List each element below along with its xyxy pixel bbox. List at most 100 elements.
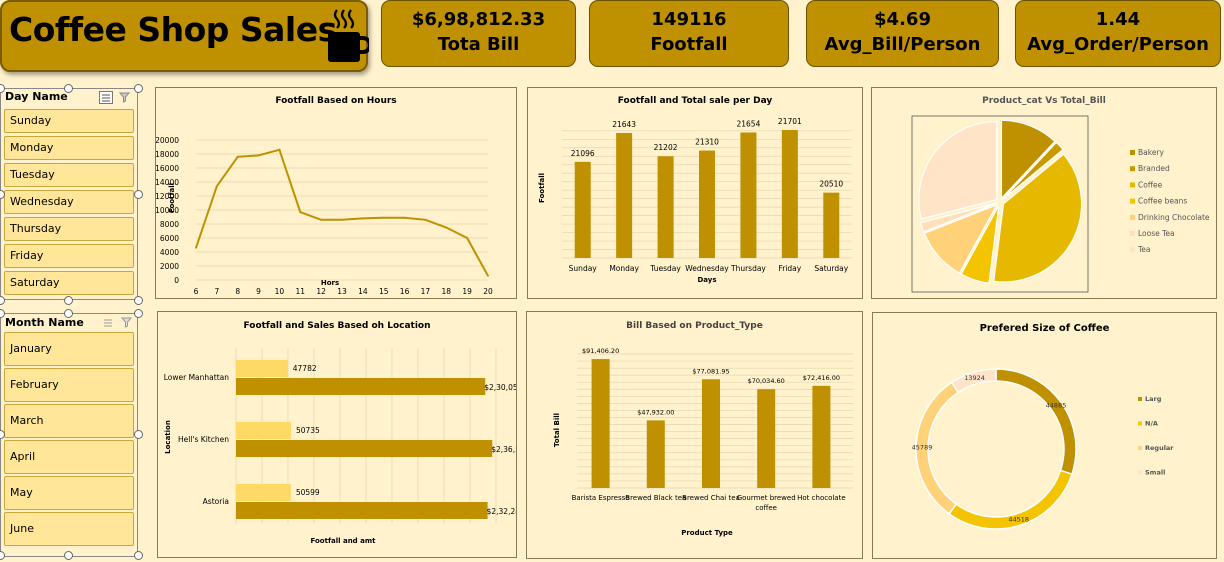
slicer-item-may[interactable]: May [4, 476, 134, 510]
x-tick-label: 7 [214, 287, 219, 296]
resize-handle[interactable] [134, 296, 143, 305]
month-slicer-header: Month Name [5, 316, 84, 329]
footfall-line [195, 148, 489, 277]
slicer-item-friday[interactable]: Friday [4, 244, 134, 268]
x-tick-label: 20 [483, 287, 493, 296]
x-tick-label: 8 [235, 287, 240, 296]
sales-bar [236, 502, 488, 519]
legend-label: Coffee [1138, 180, 1163, 189]
resize-handle[interactable] [134, 190, 143, 199]
x-tick-label: 10 [275, 287, 285, 296]
day-name-slicer: Day Name Sunday Monday Tuesday Wednesday… [0, 88, 138, 300]
resize-handle[interactable] [134, 84, 143, 93]
dashboard-title: Coffee Shop Sales [9, 10, 337, 49]
resize-handle[interactable] [64, 551, 73, 560]
footfall-day-chart[interactable]: Footfall and Total sale per Day 21096 Sun… [527, 87, 863, 299]
resize-handle[interactable] [0, 296, 5, 305]
kpi-total-bill-value: $6,98,812.33 [411, 9, 546, 30]
data-label: $72,416.00 [803, 374, 840, 382]
footfall-bar [236, 360, 288, 377]
resize-handle[interactable] [134, 430, 143, 439]
x-axis-label: Days [697, 276, 716, 284]
data-label: $91,406.20 [582, 347, 619, 355]
resize-handle[interactable] [64, 296, 73, 305]
data-point [320, 218, 323, 221]
y-tick-label: 18000 [156, 150, 179, 159]
data-label: 50599 [296, 488, 320, 497]
slicer-item-april[interactable]: April [4, 440, 134, 474]
data-point [278, 148, 281, 151]
kpi-total-bill: $6,98,812.33 Tota Bill [381, 0, 576, 67]
bar [823, 192, 840, 258]
product-bar-chart-svg: $91,406.20 Barista Espresso $47,932.00 Brew… [553, 347, 853, 537]
x-tick-label: 11 [296, 287, 306, 296]
x-axis-label: Hors [321, 279, 339, 287]
pie-slice [918, 120, 998, 220]
resize-handle[interactable] [134, 309, 143, 318]
month-name-slicer: Month Name January February March April … [0, 313, 138, 557]
legend-swatch [1138, 470, 1142, 475]
slicer-item-february[interactable]: February [4, 368, 134, 402]
y-tick-label: Hell's Kitchen [178, 435, 229, 444]
data-point [424, 218, 427, 221]
multi-select-icon[interactable] [99, 91, 113, 104]
slicer-item-monday[interactable]: Monday [4, 136, 134, 160]
bar [657, 156, 674, 258]
legend-swatch [1130, 231, 1135, 236]
legend-label: Small [1145, 469, 1165, 477]
x-tick-label: Brewed Black tea [625, 494, 686, 502]
data-label: 21202 [654, 143, 678, 152]
resize-handle[interactable] [64, 84, 73, 93]
data-point [466, 237, 469, 239]
kpi-footfall-value: 149116 [651, 9, 727, 30]
data-label: $47,932.00 [637, 408, 674, 416]
bar [591, 359, 610, 488]
resize-handle[interactable] [134, 551, 143, 560]
clear-filter-icon[interactable] [119, 92, 131, 103]
data-label: 21310 [695, 138, 719, 147]
data-label: 44885 [1046, 402, 1067, 410]
slicer-item-tuesday[interactable]: Tuesday [4, 163, 134, 187]
x-tick-label: Wednesday [685, 264, 729, 273]
coffee-cup-icon [328, 9, 369, 62]
data-label: $77,081.95 [692, 367, 729, 375]
slicer-item-wednesday[interactable]: Wednesday [4, 190, 134, 214]
slicer-item-january[interactable]: January [4, 332, 134, 366]
slicer-item-sunday[interactable]: Sunday [4, 109, 134, 133]
data-point [487, 274, 489, 277]
footfall-bar [236, 484, 291, 501]
y-axis-label: Total Bill [553, 413, 561, 447]
y-axis-label: Location [164, 420, 172, 454]
bar [616, 133, 633, 258]
day-bar-chart-svg: 21096 Sunday 21643 Monday 21202 Tuesday 21310 W… [538, 117, 852, 284]
product-cat-pie-chart[interactable]: Product_cat Vs Total_Bill Bakery Branded C… [871, 87, 1217, 299]
product-type-chart[interactable]: Bill Based on Product_Type $91,406.20 Bar… [526, 311, 863, 559]
legend-swatch [1130, 198, 1135, 204]
y-tick-label: 20000 [156, 136, 179, 145]
x-axis-label: Footfall and amt [311, 537, 377, 545]
multi-select-icon[interactable] [102, 317, 114, 328]
resize-handle[interactable] [0, 551, 5, 560]
clear-filter-icon[interactable] [121, 317, 133, 328]
legend-label: Branded [1138, 164, 1170, 173]
location-chart[interactable]: Footfall and Sales Based oh Location 477… [157, 311, 517, 558]
slicer-item-march[interactable]: March [4, 404, 134, 438]
x-tick-label: Saturday [814, 264, 848, 273]
footfall-bar [236, 422, 291, 439]
bar [646, 420, 665, 488]
data-label: $2,32,243.91 [487, 507, 516, 516]
slicer-item-thursday[interactable]: Thursday [4, 217, 134, 241]
bar [699, 150, 715, 258]
slicer-item-june[interactable]: June [4, 512, 134, 546]
bar [574, 161, 591, 258]
slicer-item-saturday[interactable]: Saturday [4, 271, 134, 295]
data-point [361, 217, 364, 220]
legend-swatch [1130, 150, 1135, 155]
location-bar-chart-svg: 47782 $2,30,057.25 Lower Manhattan 50735 $2,… [164, 348, 516, 545]
coffee-size-donut-chart[interactable]: Prefered Size of Coffee 44885 44518 45789 1… [872, 312, 1217, 559]
footfall-hours-chart[interactable]: Footfall Based on Hours 0 2000 4000 6000 800… [155, 87, 517, 299]
donut-chart-svg: 44885 44518 45789 13924 Larg N/A Regular Small [912, 368, 1174, 530]
y-tick-label: 8000 [160, 220, 179, 229]
resize-handle[interactable] [64, 309, 73, 318]
kpi-avg-bill: $4.69 Avg_Bill/Person [806, 0, 999, 67]
